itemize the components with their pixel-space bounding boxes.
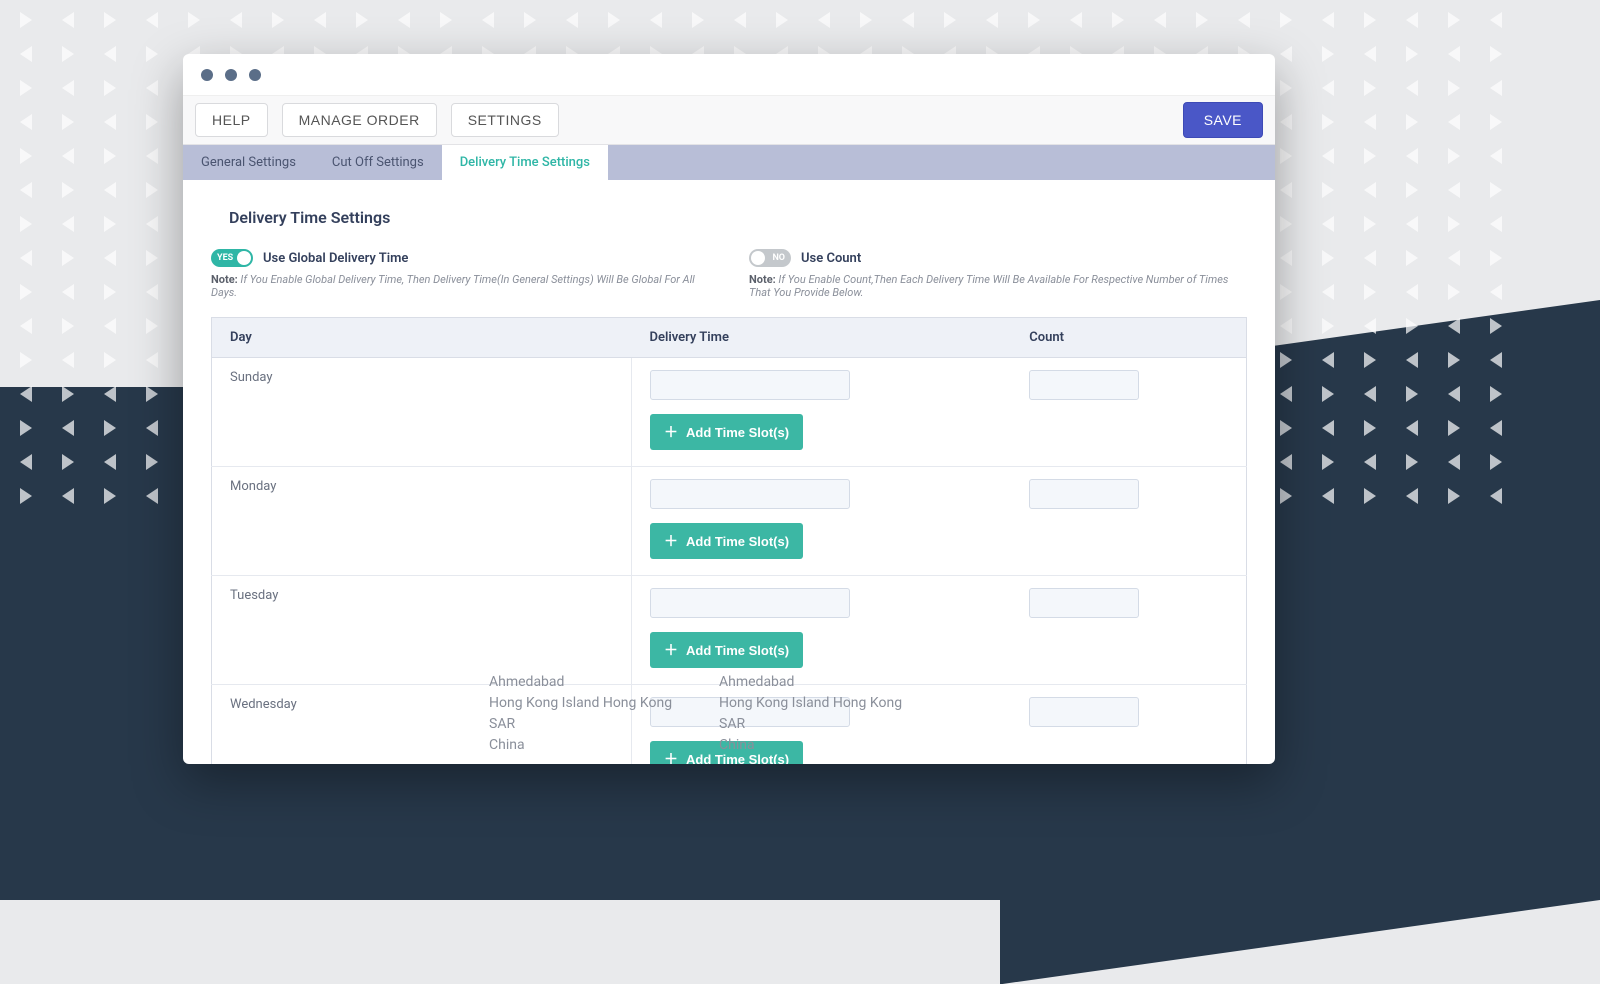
global-delivery-note: Note: If You Enable Global Delivery Time… [211,273,709,299]
plus-icon: ＋ [664,422,678,442]
window-titlebar [183,54,1275,96]
use-count-toggle[interactable]: NO [749,249,791,267]
add-time-slot-button[interactable]: ＋ Add Time Slot(s) [650,632,803,668]
col-day: Day [212,318,632,358]
count-input[interactable] [1029,588,1139,618]
tab-cutoff-settings[interactable]: Cut Off Settings [314,145,442,180]
address-line: Ahmedabad [489,672,689,693]
count-cell [1011,576,1246,685]
window-dot [249,69,261,81]
global-delivery-block: YES Use Global Delivery Time Note: If Yo… [211,249,709,299]
table-row: Tuesday ＋ Add Time Slot(s) [212,576,1247,685]
settings-tabs: General Settings Cut Off Settings Delive… [183,145,1275,180]
use-count-label: Use Count [801,251,861,266]
col-delivery-time: Delivery Time [632,318,1012,358]
add-time-slot-button[interactable]: ＋ Add Time Slot(s) [650,523,803,559]
address-line: Hong Kong Island Hong Kong SAR [719,693,919,735]
delivery-time-input[interactable] [650,370,850,400]
address-col: Ahmedabad Hong Kong Island Hong Kong SAR… [719,672,919,756]
delivery-cell: ＋ Add Time Slot(s) [632,576,1012,685]
tab-general-settings[interactable]: General Settings [183,145,314,180]
window-dot [225,69,237,81]
delivery-time-input[interactable] [650,588,850,618]
count-cell [1011,685,1246,765]
use-count-block: NO Use Count Note: If You Enable Count,T… [749,249,1247,299]
use-global-delivery-toggle[interactable]: YES [211,249,253,267]
day-cell: Monday [212,467,632,576]
count-cell [1011,358,1246,467]
address-line: Hong Kong Island Hong Kong SAR [489,693,689,735]
count-input[interactable] [1029,370,1139,400]
table-row: Sunday ＋ Add Time Slot(s) [212,358,1247,467]
plus-icon: ＋ [664,531,678,551]
add-time-slot-label: Add Time Slot(s) [686,534,789,549]
use-global-delivery-label: Use Global Delivery Time [263,251,408,266]
day-cell: Tuesday [212,576,632,685]
count-input[interactable] [1029,697,1139,727]
toolbar: HELP MANAGE ORDER SETTINGS SAVE [183,96,1275,145]
toggle-off-label: NO [772,253,785,263]
address-line: China [489,735,689,756]
help-button[interactable]: HELP [195,103,268,137]
address-col: Ahmedabad Hong Kong Island Hong Kong SAR… [489,672,689,756]
window-dot [201,69,213,81]
save-button[interactable]: SAVE [1183,102,1263,138]
toggle-on-label: YES [217,253,233,263]
address-line: China [719,735,919,756]
toggle-knob [237,251,251,265]
settings-button[interactable]: SETTINGS [451,103,559,137]
delivery-cell: ＋ Add Time Slot(s) [632,467,1012,576]
col-count: Count [1011,318,1246,358]
tab-delivery-time-settings[interactable]: Delivery Time Settings [442,145,608,180]
delivery-cell: ＋ Add Time Slot(s) [632,358,1012,467]
delivery-time-input[interactable] [650,479,850,509]
table-row: Monday ＋ Add Time Slot(s) [212,467,1247,576]
day-cell: Sunday [212,358,632,467]
use-count-note: Note: If You Enable Count,Then Each Deli… [749,273,1247,299]
count-input[interactable] [1029,479,1139,509]
add-time-slot-label: Add Time Slot(s) [686,425,789,440]
section-title: Delivery Time Settings [229,208,1247,227]
app-window: HELP MANAGE ORDER SETTINGS SAVE General … [183,54,1275,764]
count-cell [1011,467,1246,576]
toggle-knob [751,251,765,265]
add-time-slot-button[interactable]: ＋ Add Time Slot(s) [650,414,803,450]
footer-address: Ahmedabad Hong Kong Island Hong Kong SAR… [489,672,919,756]
address-line: Ahmedabad [719,672,919,693]
toggle-row: YES Use Global Delivery Time Note: If Yo… [211,249,1247,299]
add-time-slot-label: Add Time Slot(s) [686,643,789,658]
manage-order-button[interactable]: MANAGE ORDER [282,103,437,137]
plus-icon: ＋ [664,640,678,660]
